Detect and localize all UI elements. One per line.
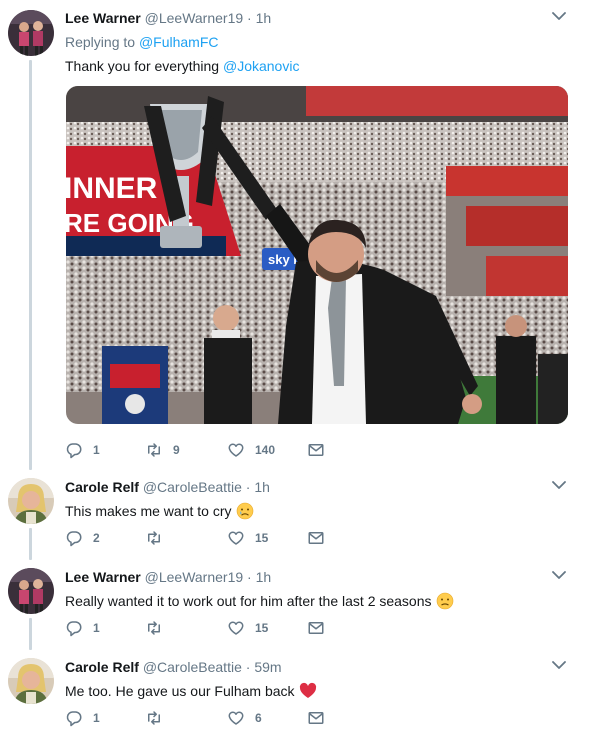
- direct-message-button[interactable]: [307, 618, 325, 638]
- replying-to-link[interactable]: @FulhamFC: [139, 34, 219, 50]
- like-count: 6: [255, 711, 262, 725]
- envelope-icon: [308, 444, 324, 456]
- chevron-down-icon[interactable]: [552, 480, 566, 490]
- tweet-header: Carole Relf @CaroleBeattie · 59m: [65, 658, 570, 676]
- tweet-actions: 1 9 140: [65, 440, 365, 460]
- display-name[interactable]: Lee Warner: [65, 569, 141, 585]
- reply-button[interactable]: 1: [65, 708, 100, 728]
- reply-icon: [66, 443, 82, 459]
- direct-message-button[interactable]: [307, 708, 325, 728]
- retweet-count: 9: [173, 443, 180, 457]
- envelope-icon: [308, 622, 324, 634]
- reply-icon: [66, 531, 82, 547]
- retweet-icon: [148, 621, 160, 635]
- tweet[interactable]: Lee Warner @LeeWarner19 · 1h Really want…: [0, 560, 590, 644]
- timestamp[interactable]: 59m: [254, 659, 281, 675]
- separator-dot: ·: [245, 479, 251, 495]
- retweet-icon: [148, 443, 160, 457]
- retweet-icon: [148, 531, 160, 545]
- reply-count: 2: [93, 531, 100, 545]
- heart-icon: [228, 531, 244, 545]
- heart-icon: [228, 711, 244, 725]
- tweet-header: Lee Warner @LeeWarner19 · 1h: [65, 568, 570, 586]
- tweet-text-body: Really wanted it to work out for him aft…: [65, 593, 432, 609]
- chevron-down-icon[interactable]: [552, 660, 566, 670]
- tweet-text: This makes me want to cry: [65, 502, 570, 524]
- retweet-button[interactable]: 9: [145, 440, 180, 460]
- tweet-text: Thank you for everything @Jokanovic: [65, 57, 570, 75]
- chevron-down-icon[interactable]: [552, 11, 566, 21]
- like-button[interactable]: 140: [227, 440, 275, 460]
- user-handle[interactable]: @CaroleBeattie: [143, 659, 242, 675]
- user-handle[interactable]: @LeeWarner19: [145, 569, 244, 585]
- avatar[interactable]: [8, 478, 54, 524]
- reply-count: 1: [93, 711, 100, 725]
- avatar[interactable]: [8, 10, 54, 56]
- display-name[interactable]: Lee Warner: [65, 10, 141, 26]
- envelope-icon: [308, 712, 324, 724]
- tweet-text-body: Thank you for everything: [65, 58, 220, 74]
- display-name[interactable]: Carole Relf: [65, 659, 139, 675]
- separator-dot: ·: [245, 659, 251, 675]
- reply-count: 1: [93, 443, 100, 457]
- retweet-button[interactable]: [145, 708, 173, 728]
- red-heart-icon: [299, 682, 317, 704]
- user-handle[interactable]: @LeeWarner19: [145, 10, 244, 26]
- tweet-text-body: Me too. He gave us our Fulham back: [65, 683, 295, 699]
- retweet-button[interactable]: [145, 528, 173, 548]
- retweet-button[interactable]: [145, 618, 173, 638]
- direct-message-button[interactable]: [307, 528, 325, 548]
- separator-dot: ·: [247, 569, 252, 585]
- reply-count: 1: [93, 621, 100, 635]
- envelope-icon: [308, 532, 324, 544]
- tweet-text: Me too. He gave us our Fulham back: [65, 682, 570, 704]
- timestamp[interactable]: 1h: [256, 10, 272, 26]
- tweet-header: Lee Warner @LeeWarner19 · 1h: [65, 9, 570, 27]
- reply-icon: [66, 621, 82, 637]
- reply-button[interactable]: 2: [65, 528, 100, 548]
- replying-to-label: Replying to: [65, 34, 136, 50]
- like-button[interactable]: 15: [227, 528, 268, 548]
- tweet[interactable]: Lee Warner @LeeWarner19 · 1h Replying to…: [0, 0, 590, 462]
- frowning-face-icon: [436, 592, 454, 614]
- timestamp[interactable]: 1h: [254, 479, 270, 495]
- tweet-actions: 1 6: [65, 708, 365, 728]
- direct-message-button[interactable]: [307, 440, 325, 460]
- tweet-text: Really wanted it to work out for him aft…: [65, 592, 570, 614]
- retweet-icon: [148, 711, 160, 725]
- display-name[interactable]: Carole Relf: [65, 479, 139, 495]
- separator-dot: ·: [247, 10, 252, 26]
- tweet-text-body: This makes me want to cry: [65, 503, 232, 519]
- banner-text-line-1: INNER: [66, 172, 158, 205]
- reply-button[interactable]: 1: [65, 618, 100, 638]
- like-count: 15: [255, 621, 269, 635]
- like-count: 15: [255, 531, 269, 545]
- like-button[interactable]: 6: [227, 708, 262, 728]
- like-count: 140: [255, 443, 276, 457]
- mention-link[interactable]: @Jokanovic: [223, 58, 299, 74]
- avatar[interactable]: [8, 658, 54, 704]
- user-handle[interactable]: @CaroleBeattie: [143, 479, 242, 495]
- tweet-photo[interactable]: INNER RE GOING sky bet: [66, 86, 568, 424]
- avatar[interactable]: [8, 568, 54, 614]
- heart-icon: [228, 443, 244, 457]
- tweet-actions: 2 15: [65, 528, 365, 548]
- like-button[interactable]: 15: [227, 618, 268, 638]
- timestamp[interactable]: 1h: [256, 569, 272, 585]
- tweet-header: Carole Relf @CaroleBeattie · 1h: [65, 478, 570, 496]
- tweet[interactable]: Carole Relf @CaroleBeattie · 59m Me too.…: [0, 650, 590, 742]
- tweet-actions: 1 15: [65, 618, 365, 638]
- heart-icon: [228, 621, 244, 635]
- chevron-down-icon[interactable]: [552, 570, 566, 580]
- reply-button[interactable]: 1: [65, 440, 100, 460]
- reply-icon: [66, 711, 82, 727]
- tweet[interactable]: Carole Relf @CaroleBeattie · 1h This mak…: [0, 470, 590, 554]
- crying-face-icon: [236, 502, 254, 524]
- replying-to: Replying to @FulhamFC: [65, 33, 570, 51]
